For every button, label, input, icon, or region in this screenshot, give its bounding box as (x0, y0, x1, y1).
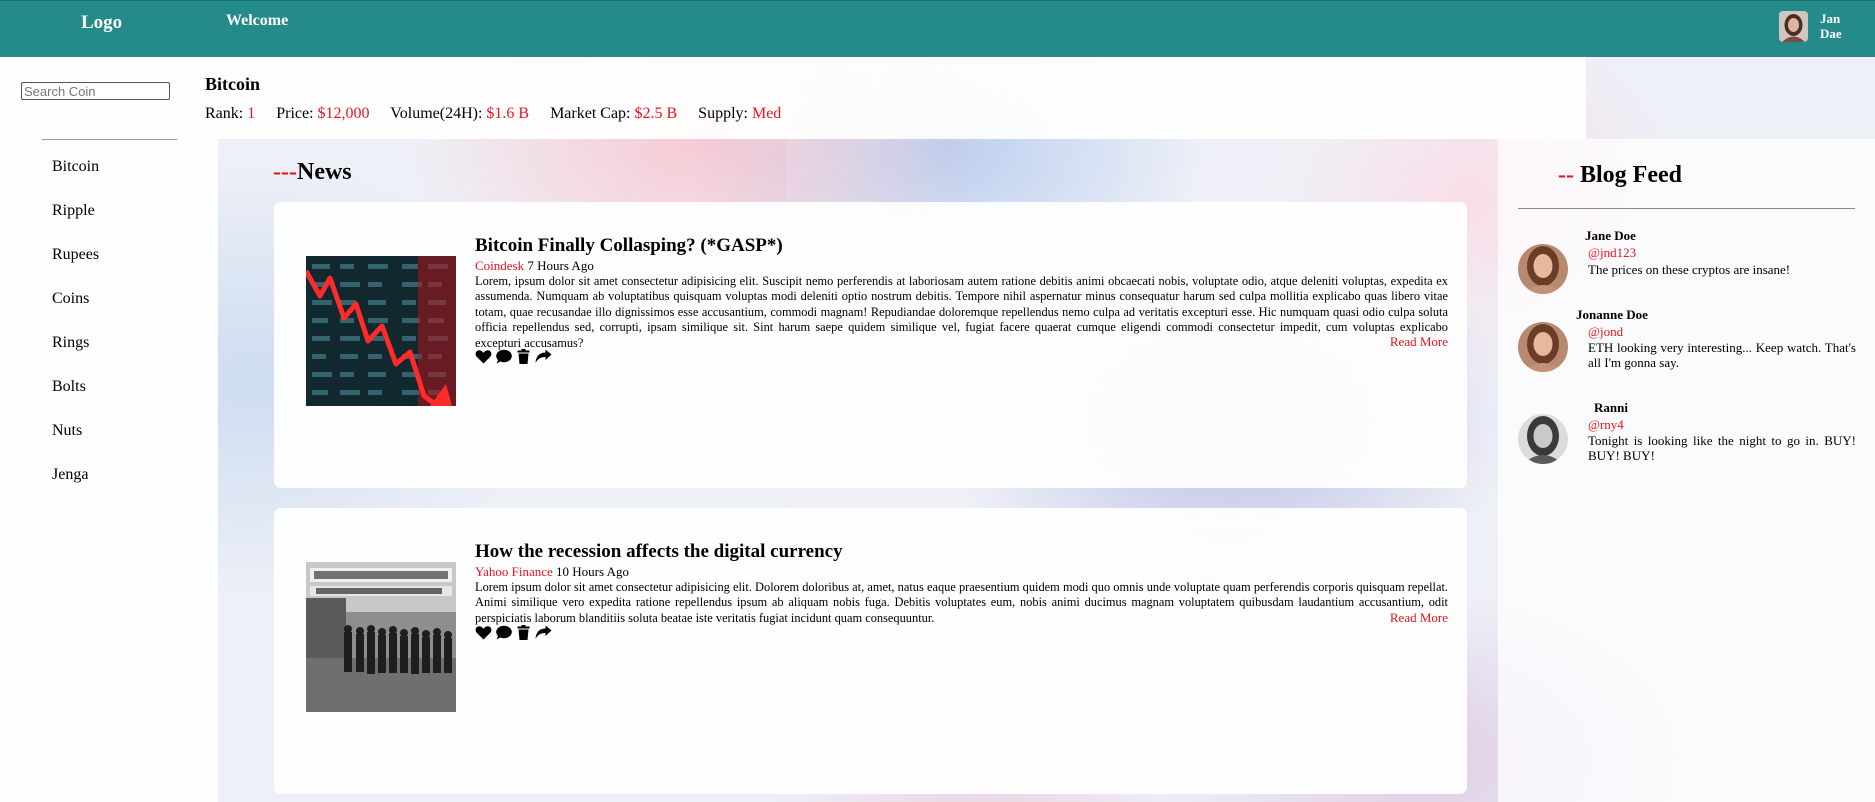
post-author[interactable]: Jonanne Doe (1576, 307, 1648, 323)
stat-label: Market Cap: (550, 105, 631, 122)
read-more-link[interactable]: Read More (1388, 334, 1448, 350)
news-time: 10 Hours Ago (556, 564, 629, 579)
sidebar-divider (42, 139, 177, 140)
heart-icon[interactable] (475, 625, 492, 640)
stat-value: 1 (247, 105, 256, 122)
stat-value: $12,000 (317, 105, 370, 122)
blog-heading: -- Blog Feed (1558, 162, 1682, 189)
stat-supply: Supply: Med (698, 105, 781, 122)
trash-icon[interactable] (515, 625, 532, 640)
news-actions (475, 625, 552, 640)
news-title[interactable]: Bitcoin Finally Collasping? (*GASP*) (475, 235, 783, 257)
news-thumbnail-breadline[interactable] (306, 562, 456, 712)
user-avatar[interactable] (1779, 11, 1808, 42)
post-text: Tonight is looking like the night to go … (1588, 433, 1856, 463)
stat-market-cap: Market Cap: $2.5 B (550, 105, 677, 122)
post-text: The prices on these cryptos are insane! (1588, 262, 1791, 277)
blog-lower-panel (1498, 534, 1875, 802)
news-source[interactable]: Yahoo Finance (475, 564, 553, 579)
sidebar-item-ripple[interactable]: Ripple (52, 201, 99, 245)
comment-icon[interactable] (495, 349, 512, 364)
news-heading: ---News (273, 159, 352, 186)
stat-label: Volume(24H): (390, 105, 483, 122)
news-meta: Yahoo Finance 10 Hours Ago (475, 564, 629, 580)
stat-label: Supply: (698, 105, 748, 122)
sidebar-item-nuts[interactable]: Nuts (52, 421, 99, 465)
sidebar-item-jenga[interactable]: Jenga (52, 465, 99, 509)
stat-value: Med (751, 105, 782, 122)
stat-value: $1.6 B (486, 105, 530, 122)
heading-text: Blog Feed (1579, 162, 1682, 188)
coin-list: Bitcoin Ripple Rupees Coins Rings Bolts … (52, 157, 99, 509)
post-handle[interactable]: @jond (1588, 324, 1623, 340)
news-body: Lorem, ipsum dolor sit amet consectetur … (475, 274, 1448, 350)
heading-prefix: -- (1558, 162, 1574, 188)
user-name[interactable]: Jan Dae (1820, 11, 1850, 41)
sidebar-item-bitcoin[interactable]: Bitcoin (52, 157, 99, 201)
user-profile[interactable]: Jan Dae (1779, 11, 1850, 42)
stat-label: Rank: (205, 105, 244, 122)
news-actions (475, 349, 552, 364)
news-card: Bitcoin Finally Collasping? (*GASP*) Coi… (274, 202, 1467, 488)
avatar[interactable] (1518, 244, 1568, 294)
welcome-link[interactable]: Welcome (226, 12, 288, 30)
share-icon[interactable] (535, 625, 552, 640)
coin-stats: Rank: 1 Price: $12,000 Volume(24H): $1.6… (205, 105, 798, 123)
stat-label: Price: (276, 105, 314, 122)
sidebar-item-rings[interactable]: Rings (52, 333, 99, 377)
coin-info-panel (218, 57, 1586, 139)
sidebar-item-rupees[interactable]: Rupees (52, 245, 99, 289)
stat-price: Price: $12,000 (276, 105, 369, 122)
news-time: 7 Hours Ago (527, 258, 594, 273)
search-coin-input[interactable] (21, 82, 170, 100)
blog-divider (1518, 208, 1855, 209)
news-body: Lorem ipsum dolor sit amet consectetur a… (475, 580, 1448, 625)
coin-sidebar: Bitcoin Ripple Rupees Coins Rings Bolts … (0, 57, 218, 534)
read-more-link[interactable]: Read More (1388, 610, 1448, 626)
sidebar-lower-panel (0, 534, 218, 802)
news-thumbnail-market-crash[interactable] (306, 256, 456, 406)
comment-icon[interactable] (495, 625, 512, 640)
stat-rank: Rank: 1 (205, 105, 255, 122)
stat-volume: Volume(24H): $1.6 B (390, 105, 529, 122)
news-title[interactable]: How the recession affects the digital cu… (475, 541, 843, 563)
post-handle[interactable]: @rny4 (1588, 417, 1624, 433)
post-author[interactable]: Jane Doe (1585, 228, 1636, 244)
post-text: ETH looking very interesting... Keep wat… (1588, 340, 1856, 370)
share-icon[interactable] (535, 349, 552, 364)
top-nav-bar: Logo Welcome Jan Dae (0, 0, 1875, 57)
heart-icon[interactable] (475, 349, 492, 364)
trash-icon[interactable] (515, 349, 532, 364)
post-handle[interactable]: @jnd123 (1588, 245, 1636, 261)
logo[interactable]: Logo (81, 12, 122, 34)
avatar[interactable] (1518, 322, 1568, 372)
news-source[interactable]: Coindesk (475, 258, 524, 273)
heading-prefix: --- (273, 159, 297, 185)
news-card: How the recession affects the digital cu… (274, 508, 1467, 794)
news-meta: Coindesk 7 Hours Ago (475, 258, 594, 274)
post-author[interactable]: Ranni (1594, 400, 1628, 416)
heading-text: News (296, 159, 352, 185)
coin-title: Bitcoin (205, 74, 261, 94)
stat-value: $2.5 B (634, 105, 678, 122)
sidebar-item-bolts[interactable]: Bolts (52, 377, 99, 421)
avatar[interactable] (1518, 414, 1568, 464)
sidebar-item-coins[interactable]: Coins (52, 289, 99, 333)
